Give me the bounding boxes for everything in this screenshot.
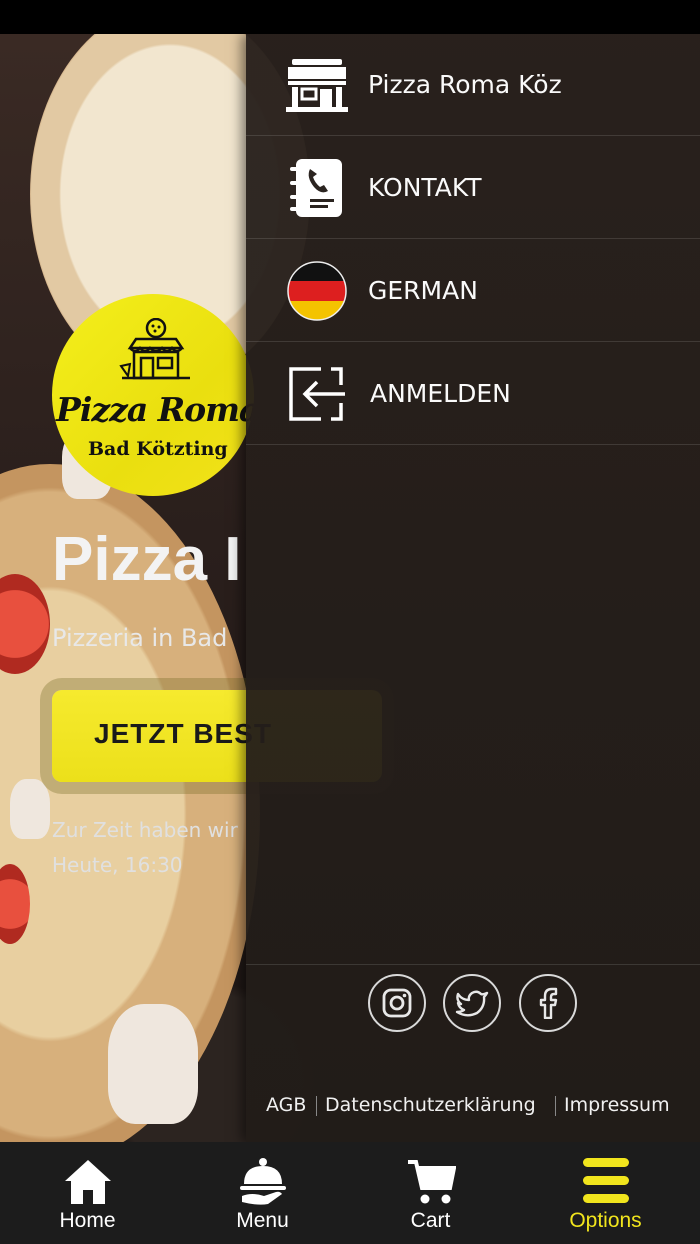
store-icon (286, 54, 348, 116)
logo-subtitle: Bad Kötzting (88, 438, 228, 460)
drawer-item-label: GERMAN (368, 276, 478, 305)
drawer-item-label: Pizza Roma Köz (368, 70, 562, 99)
legal-separator (555, 1096, 556, 1116)
bottom-tab-bar: Home Menu Cart Options (0, 1142, 700, 1244)
restaurant-logo: Pizza Roma Bad Kötzting (52, 294, 254, 496)
twitter-icon[interactable] (443, 974, 501, 1032)
tab-home[interactable]: Home (0, 1142, 175, 1244)
side-drawer: Pizza Roma Köz KONTAKT GERMAN ANMELDEN A… (246, 34, 700, 1142)
tab-home-label: Home (59, 1209, 116, 1232)
hero-title: Pizza I (52, 525, 242, 594)
cart-icon (343, 1156, 518, 1208)
opening-status-text: Zur Zeit haben wir (52, 818, 238, 842)
tab-options[interactable]: Options (518, 1142, 693, 1244)
hero-subtitle: Pizzeria in Bad (52, 624, 228, 652)
tab-menu-label: Menu (236, 1209, 289, 1232)
tab-cart-label: Cart (410, 1209, 451, 1232)
mushroom-decoration (108, 1004, 198, 1124)
privacy-link[interactable]: Datenschutzerklärung (325, 1094, 536, 1116)
tab-options-label: Options (569, 1209, 642, 1232)
drawer-item-label: ANMELDEN (370, 379, 511, 408)
opening-time-text: Heute, 16:30 (52, 853, 183, 877)
drawer-item-login[interactable]: ANMELDEN (246, 343, 700, 445)
pizza-shop-icon (119, 318, 190, 380)
divider (246, 964, 700, 965)
imprint-link[interactable]: Impressum (564, 1094, 670, 1116)
tab-cart[interactable]: Cart (343, 1142, 518, 1244)
tab-menu[interactable]: Menu (175, 1142, 350, 1244)
facebook-icon[interactable] (519, 974, 577, 1032)
legal-separator (316, 1096, 317, 1116)
login-icon (286, 363, 348, 425)
options-icon (518, 1156, 693, 1208)
germany-flag-icon (286, 260, 348, 322)
drawer-item-label: KONTAKT (368, 173, 482, 202)
logo-title: Pizza Roma (56, 390, 254, 429)
home-icon (0, 1156, 175, 1208)
cloche-icon (175, 1156, 350, 1208)
drawer-item-restaurant[interactable]: Pizza Roma Köz (246, 34, 700, 136)
instagram-icon[interactable] (368, 974, 426, 1032)
mushroom-decoration (10, 779, 50, 839)
drawer-item-contact[interactable]: KONTAKT (246, 137, 700, 239)
agb-link[interactable]: AGB (266, 1094, 306, 1116)
drawer-item-language[interactable]: GERMAN (246, 240, 700, 342)
status-bar (0, 0, 700, 34)
contact-book-icon (286, 157, 348, 219)
